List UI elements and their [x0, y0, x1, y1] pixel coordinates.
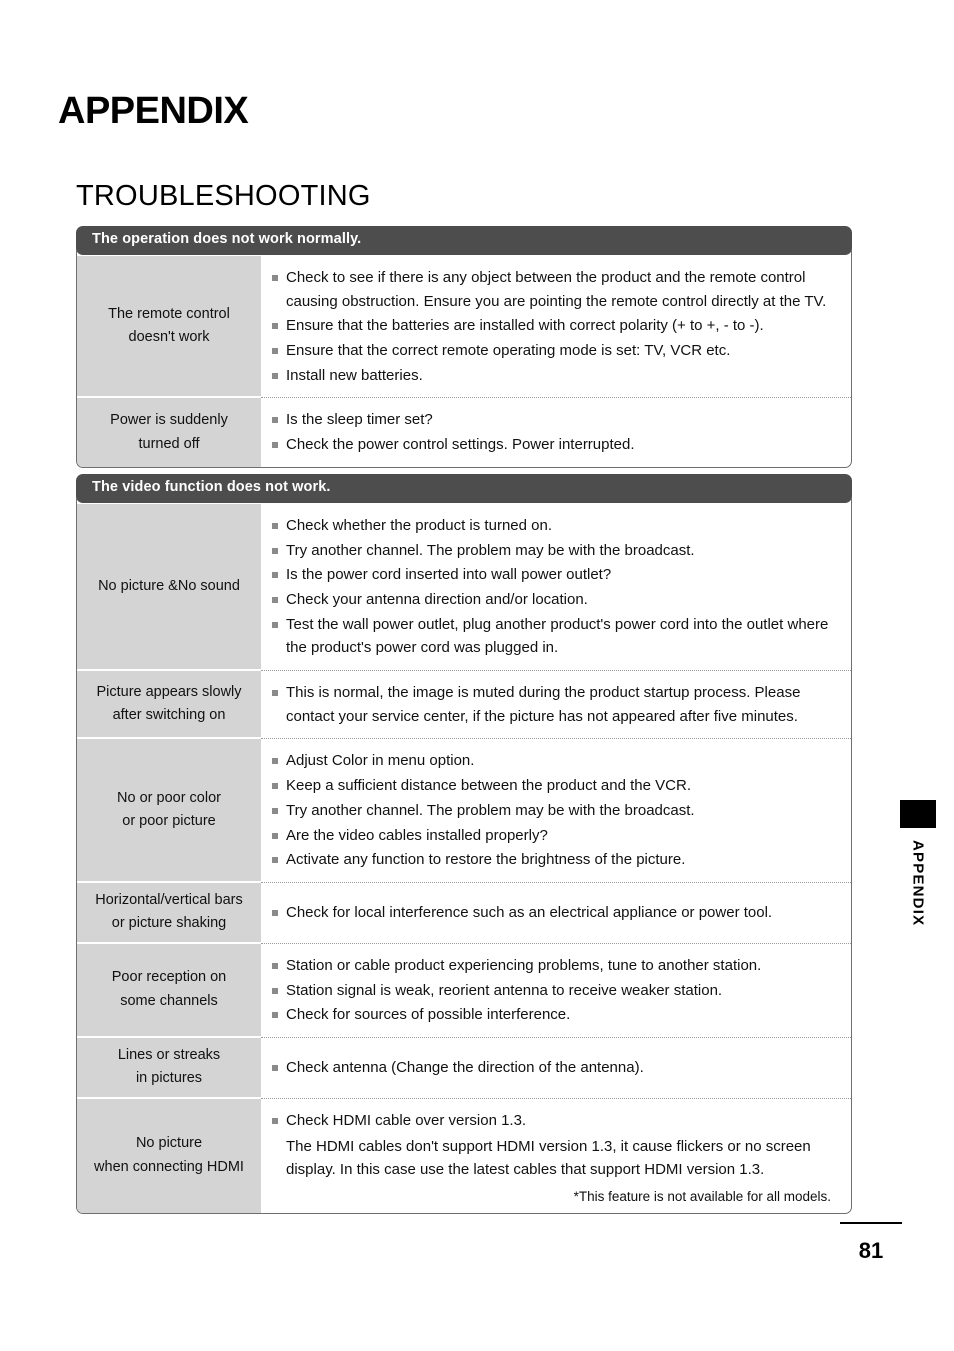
- bullet-list: This is normal, the image is muted durin…: [271, 680, 837, 729]
- bullet-item: Station or cable product experiencing pr…: [271, 954, 837, 978]
- bullet-item: Adjust Color in menu option.: [271, 749, 837, 773]
- row-content: This is normal, the image is muted durin…: [261, 671, 851, 740]
- page-title: APPENDIX: [58, 90, 249, 132]
- bullet-item: This is normal, the image is muted durin…: [271, 681, 837, 728]
- bullet-item: Is the power cord inserted into wall pow…: [271, 563, 837, 587]
- row-content: Adjust Color in menu option. Keep a suffi…: [261, 739, 851, 883]
- row-label: No picture when connecting HDMI: [77, 1098, 261, 1213]
- bullet-item: Check to see if there is any object betw…: [271, 266, 837, 313]
- row-content: Check to see if there is any object betw…: [261, 256, 851, 399]
- row-content: Check whether the product is turned on. T…: [261, 504, 851, 672]
- bullet-item: Check for local interference such as an …: [271, 901, 837, 925]
- row-content: Check for local interference such as an …: [261, 883, 851, 944]
- row-label: The remote control doesn't work: [77, 255, 261, 399]
- row-label-line: No picture: [135, 1135, 203, 1152]
- bullet-item: Is the sleep timer set?: [271, 408, 837, 432]
- table-row: Lines or streaks in pictures Check antenna…: [77, 1037, 851, 1099]
- bullet-item: Check for sources of possible interferen…: [271, 1003, 837, 1027]
- bullet-list: Is the sleep timer set? Check the power c…: [271, 407, 837, 457]
- bullet-item: Try another channel. The problem may be …: [271, 799, 837, 823]
- table-header-video: The video function does not work.: [76, 474, 852, 503]
- page-number: 81: [858, 1238, 884, 1263]
- table-header-operation: The operation does not work normally.: [76, 226, 852, 255]
- row-label-line: The remote control: [108, 305, 230, 322]
- bullet-item: Ensure that the batteries are installed …: [271, 314, 837, 338]
- bullet-item: Ensure that the correct remote operating…: [271, 339, 837, 363]
- bullet-list: Adjust Color in menu option. Keep a suffi…: [271, 748, 837, 872]
- row-label-line: Poor reception on: [111, 969, 227, 986]
- table-footnote: *This feature is not available for all m…: [573, 1188, 831, 1204]
- table-row: Horizontal/vertical bars or picture shaki…: [77, 882, 851, 944]
- row-content: Check HDMI cable over version 1.3. The HD…: [261, 1099, 851, 1213]
- table-row: No or poor color or poor picture Adjust Co…: [77, 739, 851, 883]
- row-label: Power is suddenly turned off: [77, 398, 261, 467]
- side-tab-appendix: APPENDIX: [900, 800, 936, 931]
- bullet-item: Try another channel. The problem may be …: [271, 539, 837, 563]
- row-label-line: or picture shaking: [111, 915, 227, 932]
- bullet-list: Check antenna (Change the direction of t…: [271, 1055, 837, 1081]
- bullet-item: Check your antenna direction and/or loca…: [271, 588, 837, 612]
- row-label-line: doesn't work: [128, 329, 210, 346]
- table-body-video: No picture &No sound Check whether the pr…: [76, 492, 852, 1214]
- troubleshooting-table-operation: The operation does not work normally. Th…: [76, 226, 852, 468]
- bullet-item: Station signal is weak, reorient antenna…: [271, 979, 837, 1003]
- bullet-item: Check antenna (Change the direction of t…: [271, 1056, 837, 1080]
- bullet-item: Check the power control settings. Power …: [271, 433, 837, 457]
- row-label-line: turned off: [138, 435, 200, 452]
- bullet-item: Test the wall power outlet, plug another…: [271, 613, 837, 660]
- row-label-line: when connecting HDMI: [94, 1158, 244, 1175]
- bullet-item: Install new batteries.: [271, 364, 837, 388]
- table-row: No picture when connecting HDMI Check HDMI…: [77, 1098, 851, 1213]
- section-title: TROUBLESHOOTING: [76, 180, 371, 212]
- row-label: No or poor color or poor picture: [77, 739, 261, 883]
- side-tab-marker: [900, 800, 936, 828]
- row-label-line: No or poor color: [117, 789, 221, 806]
- table-body-operation: The remote control doesn't work Check to s…: [76, 244, 852, 468]
- row-label-line: Picture appears slowly: [96, 683, 242, 700]
- page-number-rule: [840, 1222, 902, 1224]
- row-label: Picture appears slowly after switching on: [77, 671, 261, 740]
- bullet-list: Check HDMI cable over version 1.3.: [271, 1108, 837, 1134]
- bullet-item: Check whether the product is turned on.: [271, 514, 837, 538]
- row-label: Horizontal/vertical bars or picture shaki…: [77, 882, 261, 944]
- row-content: Is the sleep timer set? Check the power c…: [261, 398, 851, 466]
- bullet-item: Keep a sufficient distance between the p…: [271, 774, 837, 798]
- table-row: Power is suddenly turned off Is the sleep …: [77, 398, 851, 467]
- row-label-line: No picture &No sound: [98, 577, 240, 594]
- row-label-line: Lines or streaks: [117, 1046, 221, 1063]
- row-label: Poor reception on some channels: [77, 943, 261, 1038]
- table-row: Poor reception on some channels Station or…: [77, 943, 851, 1038]
- row-label: Lines or streaks in pictures: [77, 1037, 261, 1099]
- bullet-list: Check whether the product is turned on. T…: [271, 513, 837, 661]
- row-paragraph: The HDMI cables don't support HDMI versi…: [286, 1137, 811, 1179]
- troubleshooting-table-video: The video function does not work. No pic…: [76, 474, 852, 1214]
- row-label-line: Horizontal/vertical bars: [95, 891, 243, 908]
- side-tab-label: APPENDIX: [909, 840, 927, 927]
- table-row: The remote control doesn't work Check to s…: [77, 255, 851, 399]
- bullet-item: Are the video cables installed properly?: [271, 824, 837, 848]
- bullet-list: Check to see if there is any object betw…: [271, 265, 837, 388]
- row-label-line: or poor picture: [122, 813, 216, 830]
- row-label-line: in pictures: [135, 1070, 203, 1087]
- row-label-line: after switching on: [112, 707, 226, 724]
- row-label: No picture &No sound: [77, 503, 261, 672]
- table-row: Picture appears slowly after switching on…: [77, 671, 851, 740]
- row-label-line: some channels: [120, 992, 218, 1009]
- row-content: Check antenna (Change the direction of t…: [261, 1038, 851, 1099]
- bullet-item: Check HDMI cable over version 1.3.: [271, 1109, 837, 1133]
- table-row: No picture &No sound Check whether the pr…: [77, 503, 851, 672]
- bullet-list: Check for local interference such as an …: [271, 900, 837, 926]
- bullet-item: Activate any function to restore the bri…: [271, 848, 837, 872]
- row-content: Station or cable product experiencing pr…: [261, 944, 851, 1038]
- row-label-line: Power is suddenly: [110, 412, 228, 429]
- bullet-list: Station or cable product experiencing pr…: [271, 953, 837, 1028]
